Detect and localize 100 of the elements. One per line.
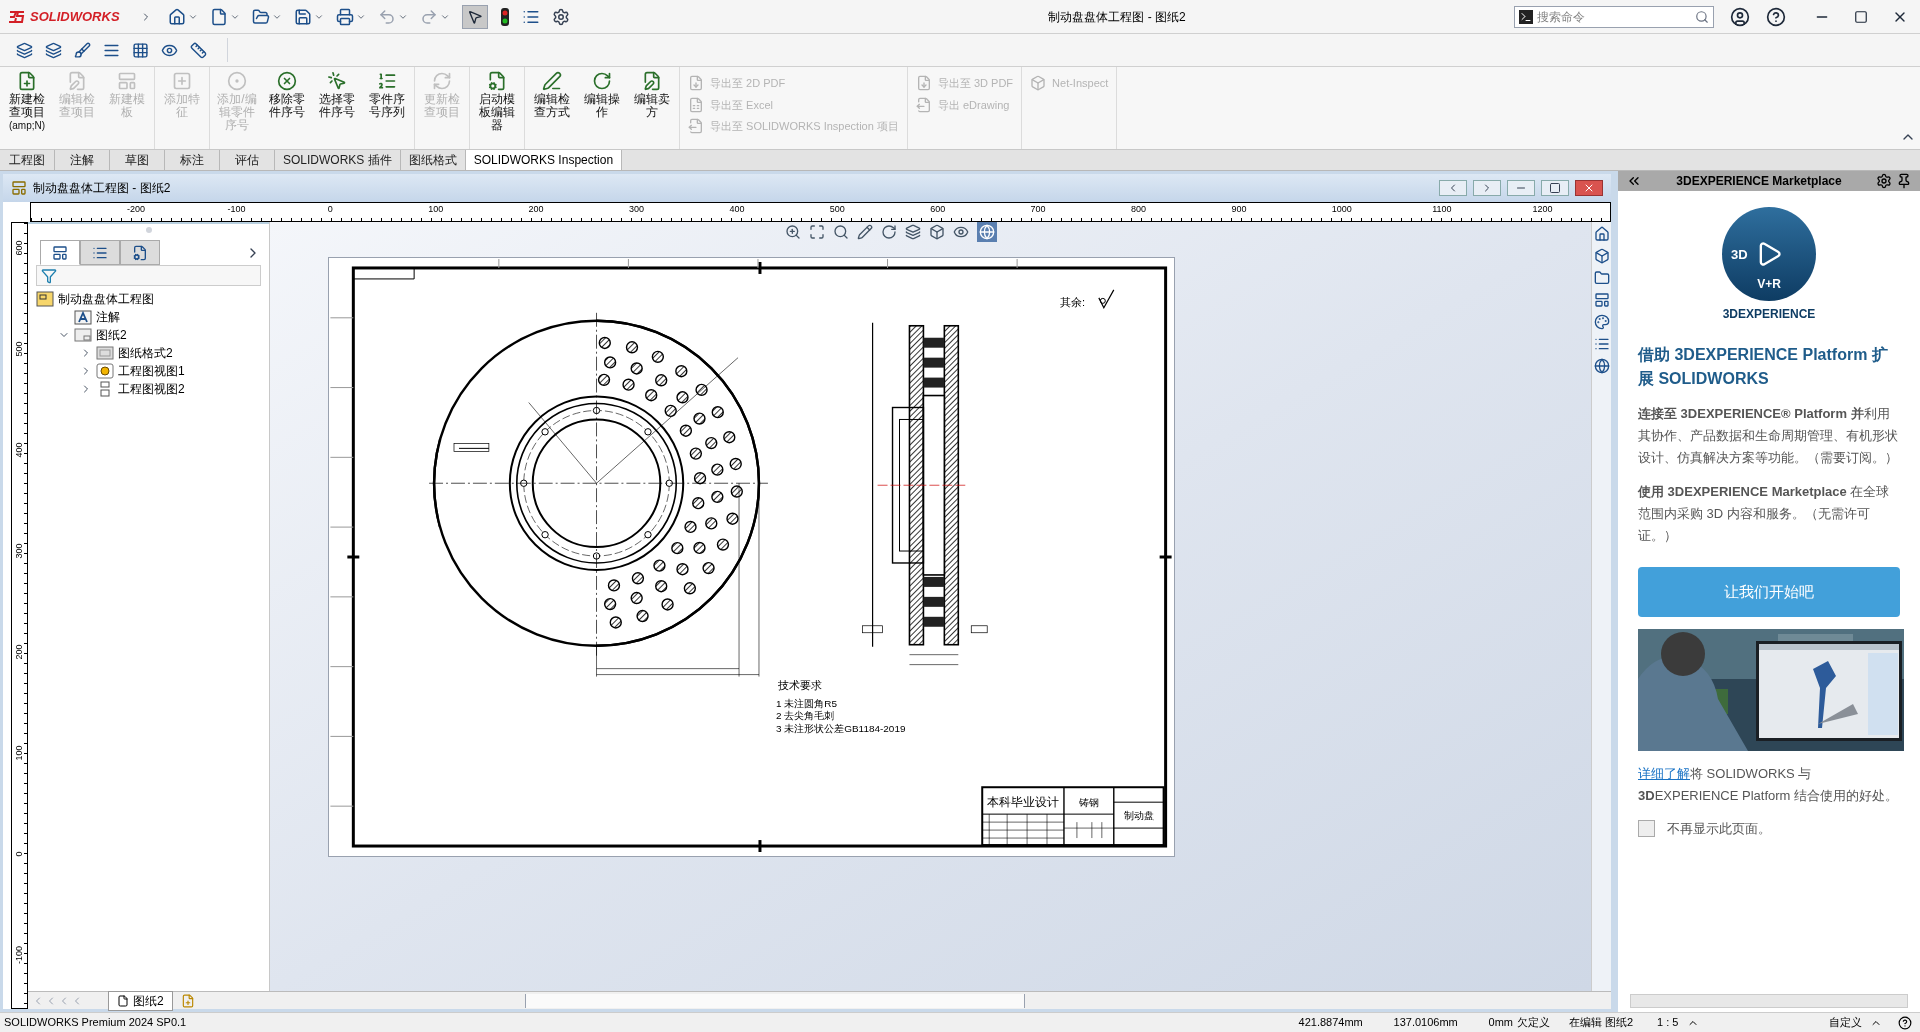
zoom-fit-icon[interactable] [809,224,825,240]
ribbon-button[interactable]: 编辑操作 [579,71,625,149]
panel-paragraph: 连接至 3DEXPERIENCE® Platform 并利用其协作、产品数据和生命周期管理、有机形状设计、仿真解决方案等功能。（需要订阅。） [1638,405,1899,467]
tree-item[interactable]: 制动盘盘体工程图 [58,290,154,308]
ribbon-icon [67,71,87,91]
ruler-label: 100 [427,203,445,215]
layer-stack-icon[interactable] [45,41,62,59]
open-folder-icon[interactable] [252,7,270,26]
save-icon[interactable] [294,7,312,26]
web-icon[interactable] [1593,358,1610,374]
settings-icon[interactable] [1876,173,1892,189]
panel-tab[interactable] [120,240,160,265]
traffic-light-icon[interactable] [500,6,510,27]
zoom-area-icon[interactable] [833,224,849,240]
ribbon-button[interactable]: 选择零件序号 [314,71,360,149]
filter-field[interactable] [36,265,261,286]
checkbox-label: 不再显示此页面。 [1667,820,1771,838]
panel-heading: 借助 3DEXPERIENCE Platform 扩展 SOLIDWORKS [1638,345,1889,389]
drawing-icon [11,180,27,196]
search-box[interactable]: 搜索命令 [1514,5,1714,28]
ruler-label: -100 [226,203,247,215]
tree-item[interactable]: 工程图视图1 [118,362,185,380]
folder-icon[interactable] [1593,270,1610,286]
pin-icon[interactable] [1896,173,1912,189]
learn-more-link[interactable]: 详细了解 [1638,766,1690,781]
ruler-label: 400 [728,203,746,215]
search-icon[interactable] [1695,9,1709,24]
logo-text: V+R [1757,276,1781,293]
line-style-icon[interactable] [132,41,149,59]
zoom-icon[interactable] [785,224,801,240]
select-tool-button[interactable] [462,4,488,29]
home-icon[interactable] [1593,226,1610,242]
close-icon [1583,182,1595,194]
view-toolbar-button[interactable] [977,222,997,242]
drawing-icon [36,291,54,307]
ribbon-button[interactable]: 启动模板编辑器 [474,71,520,149]
restore-icon[interactable] [1854,9,1868,24]
sheet-tab[interactable]: 图纸2 [108,990,173,1011]
ribbon-icon [117,71,137,91]
horizontal-scrollbar[interactable] [1630,994,1908,1008]
help-icon[interactable] [1898,1015,1912,1030]
requirements-title: 技术要求 [777,678,822,691]
custom-properties-icon[interactable] [1593,336,1610,352]
ruler-label: 1100 [1431,203,1453,215]
search-field[interactable]: 搜索命令 [1537,7,1695,26]
tree-item[interactable]: 图纸2 [96,326,127,344]
resize-grip[interactable] [145,227,152,233]
layers-icon[interactable] [16,41,33,59]
ruler-label: 1200 [1531,203,1554,215]
settings-icon[interactable] [552,7,570,26]
view-orientation-icon[interactable] [929,224,945,240]
account-icon[interactable] [1730,6,1750,27]
tree-item[interactable]: 工程图视图2 [118,380,185,398]
export-icon [1030,75,1047,92]
ruler-label: 200 [527,203,545,215]
ruler-label: 800 [1130,203,1148,215]
command-icon [1520,10,1532,23]
filter-icon[interactable] [41,267,57,284]
display-style-icon[interactable] [905,224,921,240]
status-text: 137.0106mm [1393,1015,1459,1031]
panel-title: 3DEXPERIENCE Marketplace [1675,173,1843,190]
view-palette-icon[interactable] [1593,292,1610,308]
tree-item[interactable]: 图纸格式2 [118,344,173,362]
appearance-icon[interactable] [1593,314,1610,330]
feature-manager-icon [52,244,68,261]
panel-tab[interactable] [40,240,80,265]
ruler-label: 1000 [1330,203,1353,215]
home-icon[interactable] [168,7,186,26]
ribbon-button[interactable]: 编辑检查方式 [529,71,575,149]
tree-item[interactable]: 注解 [96,308,120,326]
new-file-icon[interactable] [210,7,228,26]
sketch-icon[interactable] [857,224,873,240]
panel-tab[interactable] [80,240,120,265]
ribbon-icon [277,71,297,91]
ribbon-button[interactable]: 新建检查项目 (amp;N) [4,71,50,149]
logo-mark-icon [8,9,26,24]
horizontal-scrollbar[interactable] [524,993,1025,1008]
ribbon-button[interactable]: 移除零件序号 [264,71,310,149]
part-icon[interactable] [1593,248,1610,264]
ribbon-icon [542,71,562,91]
add-sheet-icon[interactable] [180,993,195,1008]
close-window-button[interactable] [1575,180,1603,196]
visibility-icon[interactable] [953,224,969,240]
ruler-label: 0 [326,203,334,215]
window-control-button[interactable] [1541,180,1569,196]
ribbon-tab[interactable]: SOLIDWORKS Inspection [465,150,623,170]
help-icon[interactable] [1766,6,1786,27]
export-icon [688,96,704,113]
logo-text: 3D [1731,246,1748,264]
brush-icon[interactable] [74,41,91,59]
checkbox[interactable] [1638,820,1655,838]
ruler-label: -200 [126,203,146,215]
ribbon-button[interactable]: 编辑卖方 [629,71,675,149]
rotate-icon[interactable] [881,224,897,240]
printer-icon[interactable] [336,7,354,26]
scene-icon [979,224,995,240]
axis-icon[interactable] [190,41,207,59]
ribbon-button[interactable]: 零件序号序列 [364,71,410,149]
drawing-view-icon [96,363,114,379]
pointer-icon [467,8,483,25]
